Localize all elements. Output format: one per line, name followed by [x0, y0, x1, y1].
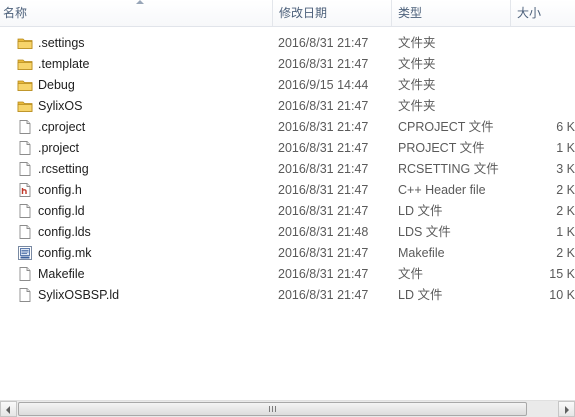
- file-row[interactable]: .settings 2016/8/31 21:47 文件夹: [0, 33, 575, 54]
- scroll-thumb[interactable]: [18, 402, 527, 416]
- folder-icon: [17, 56, 33, 72]
- file-size: [530, 54, 575, 75]
- folder-icon: [17, 77, 33, 93]
- file-row[interactable]: Debug 2016/9/15 14:44 文件夹: [0, 75, 575, 96]
- file-icon: [17, 140, 33, 156]
- file-icon: [17, 287, 33, 303]
- file-type: RCSETTING 文件: [398, 162, 499, 176]
- file-size: [530, 96, 575, 117]
- file-row[interactable]: config.lds 2016/8/31 21:48 LDS 文件 1 K: [0, 222, 575, 243]
- file-row[interactable]: .template 2016/8/31 21:47 文件夹: [0, 54, 575, 75]
- file-icon: [17, 161, 33, 177]
- file-explorer-window: 名称 修改日期 类型 大小 .settings 2016/8/31 21:47 …: [0, 0, 575, 417]
- file-date: 2016/8/31 21:47: [278, 120, 369, 134]
- makefile-icon: [17, 245, 33, 261]
- file-row[interactable]: .rcsetting 2016/8/31 21:47 RCSETTING 文件 …: [0, 159, 575, 180]
- file-row[interactable]: SylixOS 2016/8/31 21:47 文件夹: [0, 96, 575, 117]
- grip-icon: [269, 406, 277, 412]
- file-date: 2016/8/31 21:47: [278, 288, 369, 302]
- file-name: config.lds: [38, 225, 91, 239]
- sort-ascending-icon: [136, 0, 144, 4]
- file-row[interactable]: config.mk 2016/8/31 21:47 Makefile 2 K: [0, 243, 575, 264]
- file-date: 2016/9/15 14:44: [278, 78, 369, 92]
- file-date: 2016/8/31 21:47: [278, 204, 369, 218]
- file-name: Debug: [38, 78, 75, 92]
- folder-icon: [17, 98, 33, 114]
- file-size: 3 K: [556, 162, 575, 176]
- file-row[interactable]: SylixOSBSP.ld 2016/8/31 21:47 LD 文件 10 K: [0, 285, 575, 306]
- file-date: 2016/8/31 21:47: [278, 246, 369, 260]
- file-list: .settings 2016/8/31 21:47 文件夹 .template …: [0, 33, 575, 306]
- file-date: 2016/8/31 21:47: [278, 183, 369, 197]
- arrow-left-icon: [6, 406, 10, 414]
- file-type: LD 文件: [398, 288, 443, 302]
- folder-icon: [17, 35, 33, 51]
- file-icon: [17, 224, 33, 240]
- file-row[interactable]: Makefile 2016/8/31 21:47 文件 15 K: [0, 264, 575, 285]
- file-type: 文件夹: [398, 78, 436, 92]
- file-type: 文件夹: [398, 57, 436, 71]
- file-type: LDS 文件: [398, 225, 451, 239]
- file-date: 2016/8/31 21:47: [278, 141, 369, 155]
- header-file-icon: [17, 182, 33, 198]
- file-type: CPROJECT 文件: [398, 120, 494, 134]
- file-type: 文件夹: [398, 99, 436, 113]
- file-size: 1 K: [556, 141, 575, 155]
- file-size: 2 K: [556, 183, 575, 197]
- column-header-bar: 名称 修改日期 类型 大小: [0, 0, 575, 27]
- file-size: 2 K: [556, 246, 575, 260]
- file-type: LD 文件: [398, 204, 443, 218]
- file-type: Makefile: [398, 246, 445, 260]
- file-name: Makefile: [38, 267, 85, 281]
- file-type: 文件夹: [398, 36, 436, 50]
- file-name: config.mk: [38, 246, 92, 260]
- file-icon: [17, 203, 33, 219]
- file-size: 6 K: [556, 120, 575, 134]
- file-size: [530, 75, 575, 96]
- file-icon: [17, 266, 33, 282]
- file-date: 2016/8/31 21:47: [278, 57, 369, 71]
- file-name: config.h: [38, 183, 82, 197]
- column-header-type[interactable]: 类型: [391, 0, 510, 26]
- file-name: SylixOSBSP.ld: [38, 288, 120, 302]
- file-name: .rcsetting: [38, 162, 89, 176]
- arrow-right-icon: [565, 406, 569, 414]
- file-date: 2016/8/31 21:47: [278, 267, 369, 281]
- file-type: PROJECT 文件: [398, 141, 485, 155]
- file-row[interactable]: config.h 2016/8/31 21:47 C++ Header file…: [0, 180, 575, 201]
- file-name: .project: [38, 141, 79, 155]
- scroll-left-button[interactable]: [0, 401, 17, 417]
- file-size: [530, 33, 575, 54]
- file-name: config.ld: [38, 204, 85, 218]
- file-date: 2016/8/31 21:47: [278, 162, 369, 176]
- file-size: 2 K: [556, 204, 575, 218]
- file-size: 1 K: [556, 225, 575, 239]
- file-name: .settings: [38, 36, 85, 50]
- file-size: 15 K: [549, 267, 575, 281]
- file-name: .template: [38, 57, 90, 71]
- file-name: SylixOS: [38, 99, 83, 113]
- file-icon: [17, 119, 33, 135]
- column-header-size[interactable]: 大小: [510, 0, 575, 26]
- file-size: 10 K: [549, 288, 575, 302]
- column-header-date-modified[interactable]: 修改日期: [272, 0, 391, 26]
- file-type: 文件: [398, 267, 424, 281]
- scroll-right-button[interactable]: [558, 401, 575, 417]
- file-type: C++ Header file: [398, 183, 486, 197]
- file-row[interactable]: .project 2016/8/31 21:47 PROJECT 文件 1 K: [0, 138, 575, 159]
- horizontal-scrollbar[interactable]: [0, 400, 575, 417]
- file-date: 2016/8/31 21:48: [278, 225, 369, 239]
- file-date: 2016/8/31 21:47: [278, 99, 369, 113]
- file-date: 2016/8/31 21:47: [278, 36, 369, 50]
- file-row[interactable]: .cproject 2016/8/31 21:47 CPROJECT 文件 6 …: [0, 117, 575, 138]
- file-row[interactable]: config.ld 2016/8/31 21:47 LD 文件 2 K: [0, 201, 575, 222]
- file-name: .cproject: [38, 120, 86, 134]
